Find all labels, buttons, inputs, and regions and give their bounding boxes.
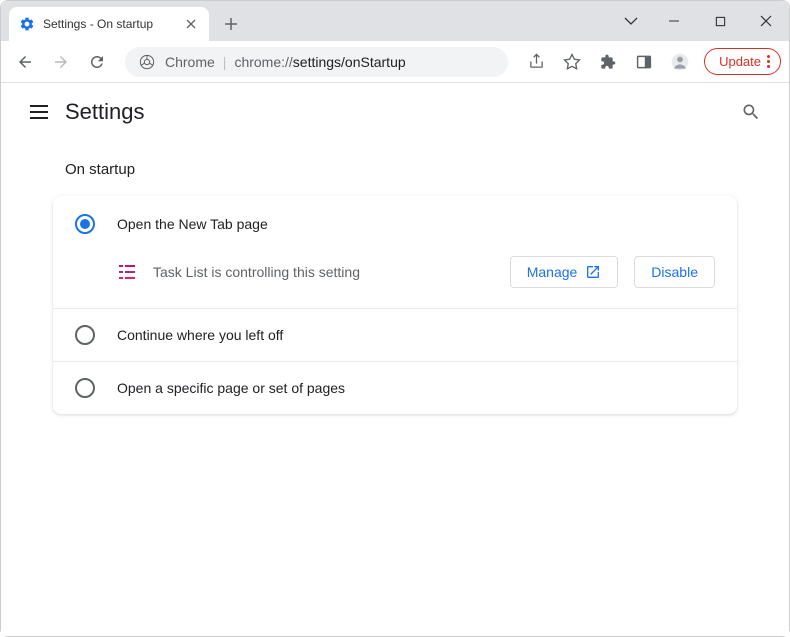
browser-toolbar: Chrome | chrome://settings/onStartup Upd…	[1, 41, 789, 83]
hamburger-menu-icon[interactable]	[19, 92, 59, 132]
manage-button[interactable]: Manage	[510, 256, 619, 288]
window-controls	[611, 1, 789, 41]
tab-title: Settings - On startup	[43, 17, 153, 31]
disable-label: Disable	[651, 264, 698, 280]
address-scheme: chrome://	[234, 54, 292, 70]
update-label: Update	[719, 54, 761, 69]
radio-selected-icon	[75, 214, 95, 234]
settings-header: Settings	[1, 83, 789, 141]
address-prefix: Chrome	[165, 54, 215, 70]
profile-icon[interactable]	[664, 46, 696, 78]
startup-options-card: Open the New Tab page Task List is contr…	[53, 196, 737, 414]
option-specific-pages[interactable]: Open a specific page or set of pages	[53, 362, 737, 414]
reload-button[interactable]	[81, 46, 113, 78]
disable-button[interactable]: Disable	[634, 256, 715, 288]
back-button[interactable]	[9, 46, 41, 78]
option-label: Open a specific page or set of pages	[117, 380, 345, 396]
extension-message: Task List is controlling this setting	[153, 264, 494, 280]
radio-unselected-icon	[75, 378, 95, 398]
option-label: Continue where you left off	[117, 327, 283, 343]
option-label: Open the New Tab page	[117, 216, 268, 232]
radio-unselected-icon	[75, 325, 95, 345]
search-icon[interactable]	[731, 92, 771, 132]
close-button[interactable]	[743, 5, 789, 37]
page-title: Settings	[65, 99, 145, 125]
chrome-icon	[139, 54, 155, 70]
forward-button[interactable]	[45, 46, 77, 78]
tab-close-icon[interactable]	[183, 16, 199, 32]
new-tab-button[interactable]	[217, 10, 245, 38]
extension-tasklist-icon	[117, 262, 137, 282]
browser-tab[interactable]: Settings - On startup	[9, 7, 209, 41]
side-panel-icon[interactable]	[628, 46, 660, 78]
settings-gear-icon	[19, 16, 35, 32]
external-link-icon	[585, 264, 601, 280]
option-continue[interactable]: Continue where you left off	[53, 309, 737, 361]
option-open-new-tab[interactable]: Open the New Tab page	[53, 196, 737, 244]
bookmark-star-icon[interactable]	[556, 46, 588, 78]
tab-search-icon[interactable]	[611, 5, 651, 37]
address-path: settings/onStartup	[293, 54, 406, 70]
update-button[interactable]: Update	[704, 48, 781, 75]
section-title: On startup	[53, 161, 737, 178]
extensions-icon[interactable]	[592, 46, 624, 78]
share-icon[interactable]	[520, 46, 552, 78]
menu-dots-icon	[767, 55, 770, 68]
minimize-button[interactable]	[651, 5, 697, 37]
manage-label: Manage	[527, 264, 578, 280]
maximize-button[interactable]	[697, 5, 743, 37]
address-bar[interactable]: Chrome | chrome://settings/onStartup	[125, 47, 508, 77]
extension-control-row: Task List is controlling this setting Ma…	[53, 244, 737, 308]
